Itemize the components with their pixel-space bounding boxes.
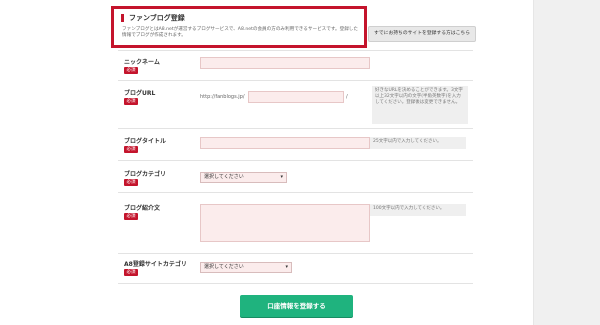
- a8-category-selected: 選択してください: [204, 264, 244, 270]
- row-divider: [118, 50, 473, 51]
- blog-url-hint: 好きなURLを決めることができます。3文字以上32文字以内の文字(半角英数字)を…: [372, 86, 468, 124]
- blog-intro-hint: 100文字以内で入力してください。: [370, 204, 466, 216]
- blog-title-hint: 25文字以内で入力してください。: [370, 137, 466, 149]
- dropdown-arrow-icon: ▾: [285, 264, 288, 270]
- blog-url-label: ブログURL: [124, 90, 156, 97]
- blog-url-input[interactable]: [248, 91, 344, 103]
- submit-button[interactable]: 口座情報を登録する: [240, 295, 353, 317]
- notice-box: ファンブログ登録 ファンブログとはA8.netが運営するブログサービスで、A8.…: [111, 6, 367, 48]
- blog-title-label: ブログタイトル: [124, 138, 167, 145]
- row-divider: [118, 160, 473, 161]
- a8-category-select[interactable]: 選択してください ▾: [200, 262, 292, 273]
- nickname-input[interactable]: [200, 57, 370, 69]
- required-badge: 必須: [124, 146, 138, 153]
- notice-title: ファンブログ登録: [121, 14, 185, 22]
- required-badge: 必須: [124, 179, 138, 186]
- blog-category-select[interactable]: 選択してください ▾: [200, 172, 287, 183]
- notice-description: ファンブログとはA8.netが運営するブログサービスで、A8.netの会員の方の…: [122, 27, 358, 38]
- row-divider: [118, 253, 473, 254]
- blog-intro-textarea[interactable]: [200, 204, 370, 242]
- right-gutter: [533, 0, 600, 325]
- required-badge: 必須: [124, 67, 138, 74]
- a8-category-label: A8登録サイトカテゴリ: [124, 261, 187, 268]
- register-existing-site-button[interactable]: すでにお持ちのサイトを登録する方はこちら: [368, 26, 476, 42]
- blog-url-suffix: /: [346, 94, 348, 100]
- blog-category-selected: 選択してください: [204, 174, 244, 180]
- row-divider: [118, 283, 473, 284]
- required-badge: 必須: [124, 269, 138, 276]
- blog-title-input[interactable]: [200, 137, 370, 149]
- nickname-label: ニックネーム: [124, 59, 160, 66]
- blog-intro-label: ブログ紹介文: [124, 205, 161, 212]
- registration-form: [110, 0, 530, 325]
- row-divider: [118, 128, 473, 129]
- required-badge: 必須: [124, 98, 138, 105]
- row-divider: [118, 80, 473, 81]
- blog-url-prefix: http://fanblogs.jp/: [200, 94, 245, 100]
- blog-category-label: ブログカテゴリ: [124, 171, 167, 178]
- row-divider: [118, 192, 473, 193]
- required-badge: 必須: [124, 213, 138, 220]
- dropdown-arrow-icon: ▾: [280, 174, 283, 180]
